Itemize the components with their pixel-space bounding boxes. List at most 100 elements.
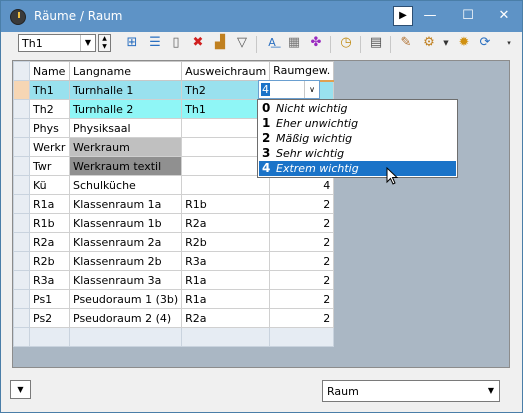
palette-icon[interactable]: ✎ — [398, 35, 414, 51]
cell-ausweichraum[interactable]: R1a — [181, 289, 271, 309]
gear-icon[interactable]: ✹ — [456, 35, 472, 51]
record-spinner[interactable]: ▲ ▼ — [98, 34, 111, 52]
cell-langname[interactable]: Schulküche — [68, 175, 183, 195]
table-row[interactable]: R2b Klassenraum 2b R3a 2 — [13, 251, 335, 271]
column-header-raumgew[interactable]: Raumgew. — [269, 61, 335, 82]
cell-raumgew[interactable]: 2 — [269, 232, 335, 252]
row-indicator[interactable] — [13, 270, 30, 290]
row-indicator[interactable] — [13, 308, 30, 328]
cell-raumgew[interactable]: 4 — [269, 175, 335, 195]
row-indicator[interactable] — [13, 213, 30, 233]
table-icon[interactable]: ▦ — [286, 35, 302, 51]
dropdown-option[interactable]: 2 Mäßig wichtig — [259, 131, 456, 146]
room-selector[interactable]: Th1 ▼ — [18, 34, 96, 52]
spellcheck-icon[interactable]: A͟ — [264, 35, 280, 51]
cell-name[interactable]: Twr — [29, 156, 70, 176]
raumgew-dropdown[interactable]: 0 Nicht wichtig 1 Eher unwichtig 2 Mäßig… — [257, 99, 458, 178]
cell-name[interactable]: Werkr — [29, 137, 70, 157]
table-row[interactable]: R1b Klassenraum 1b R2a 2 — [13, 213, 335, 233]
cell-raumgew[interactable]: 2 — [269, 308, 335, 328]
cell-empty[interactable] — [181, 327, 271, 347]
cell-raumgew[interactable]: 2 — [269, 213, 335, 233]
row-indicator[interactable] — [13, 251, 30, 271]
cell-name[interactable]: R2a — [29, 232, 70, 252]
column-header-ausweichraum[interactable]: Ausweichraum — [181, 61, 271, 81]
row-indicator[interactable] — [13, 232, 30, 252]
options-dropdown-button[interactable]: ▼ — [10, 380, 31, 399]
cell-langname[interactable]: Turnhalle 2 — [68, 99, 183, 119]
table-row[interactable]: R2a Klassenraum 2a R2b 2 — [13, 232, 335, 252]
table-row[interactable]: R1a Klassenraum 1a R1b 2 — [13, 194, 335, 214]
cell-raumgew[interactable]: 2 — [269, 270, 335, 290]
row-indicator[interactable] — [13, 156, 30, 176]
cell-name[interactable]: R1b — [29, 213, 70, 233]
cell-langname[interactable]: Klassenraum 2a — [68, 232, 183, 252]
calendar-icon[interactable]: ▤ — [368, 35, 384, 51]
cell-langname[interactable]: Werkraum textil — [68, 156, 183, 176]
dropdown-option[interactable]: 3 Sehr wichtig — [259, 146, 456, 161]
cell-empty[interactable] — [29, 327, 70, 347]
maximize-button[interactable]: ☐ — [456, 5, 480, 27]
raumgew-editor[interactable]: 4 ∨ — [258, 80, 320, 99]
cell-empty[interactable] — [269, 327, 335, 347]
dropdown-option[interactable]: 0 Nicht wichtig — [259, 101, 456, 116]
cell-langname[interactable]: Klassenraum 3a — [68, 270, 183, 290]
type-selector[interactable]: Raum ▼ — [322, 380, 500, 402]
filter-icon[interactable]: ▽ — [234, 35, 250, 51]
table-row[interactable]: Kü Schulküche 4 — [13, 175, 335, 195]
cell-langname[interactable]: Pseudoraum 2 (4) — [68, 308, 183, 328]
chevron-down-icon[interactable]: ∨ — [304, 81, 319, 98]
new-row-icon[interactable]: ⊞ — [124, 35, 140, 51]
cell-empty[interactable] — [68, 327, 183, 347]
cell-langname[interactable]: Physiksaal — [68, 118, 183, 138]
cell-ausweichraum[interactable]: R3a — [181, 251, 271, 271]
column-header-langname[interactable]: Langname — [68, 61, 183, 81]
chevron-down-icon[interactable]: ▼ — [80, 35, 95, 51]
delete-icon[interactable]: ✖ — [190, 35, 206, 51]
play-icon[interactable]: ▶ — [393, 6, 413, 26]
dropdown-option[interactable]: 1 Eher unwichtig — [259, 116, 456, 131]
row-indicator[interactable] — [13, 118, 30, 138]
minimize-button[interactable]: — — [418, 5, 442, 27]
list-icon[interactable]: ☰ — [147, 35, 163, 51]
row-indicator[interactable] — [13, 137, 30, 157]
dropdown-option-selected[interactable]: 4 Extrem wichtig — [259, 161, 456, 176]
cell-name[interactable]: R2b — [29, 251, 70, 271]
cell-langname[interactable]: Werkraum — [68, 137, 183, 157]
cell-ausweichraum[interactable]: R2a — [181, 308, 271, 328]
settings-dropdown-icon[interactable]: ⚙ — [421, 35, 437, 51]
new-document-icon[interactable]: ▯ — [168, 35, 184, 51]
row-indicator[interactable] — [13, 99, 30, 119]
cell-raumgew[interactable]: 2 — [269, 251, 335, 271]
cell-ausweichraum[interactable]: R1b — [181, 194, 271, 214]
cell-name[interactable]: Th1 — [29, 80, 70, 100]
molecule-icon[interactable]: ✤ — [308, 35, 324, 51]
cell-name[interactable]: Ps1 — [29, 289, 70, 309]
chevron-down-icon[interactable]: ▼ — [438, 35, 454, 51]
refresh-icon[interactable]: ⟳ — [477, 35, 493, 51]
cell-langname[interactable]: Pseudoraum 1 (3b) — [68, 289, 183, 309]
table-row[interactable]: Ps1 Pseudoraum 1 (3b) R1a 2 — [13, 289, 335, 309]
cell-ausweichraum[interactable] — [181, 175, 271, 195]
cell-name[interactable]: R3a — [29, 270, 70, 290]
close-button[interactable]: ✕ — [492, 5, 516, 27]
row-indicator[interactable] — [13, 289, 30, 309]
cell-ausweichraum[interactable]: Th2 — [181, 80, 271, 100]
row-indicator[interactable] — [13, 327, 30, 347]
cell-langname[interactable]: Klassenraum 1b — [68, 213, 183, 233]
cell-raumgew[interactable]: 2 — [269, 289, 335, 309]
cell-langname[interactable]: Turnhalle 1 — [68, 80, 183, 100]
column-header-name[interactable]: Name — [29, 61, 70, 81]
cell-ausweichraum[interactable]: R2b — [181, 232, 271, 252]
table-row[interactable]: R3a Klassenraum 3a R1a 2 — [13, 270, 335, 290]
sort-icon[interactable]: ▟ — [212, 35, 228, 51]
cell-name[interactable]: Th2 — [29, 99, 70, 119]
cell-ausweichraum[interactable]: R1a — [181, 270, 271, 290]
cell-raumgew[interactable]: 2 — [269, 194, 335, 214]
cell-name[interactable]: R1a — [29, 194, 70, 214]
cell-name[interactable]: Ps2 — [29, 308, 70, 328]
cell-ausweichraum[interactable]: R2a — [181, 213, 271, 233]
cell-langname[interactable]: Klassenraum 1a — [68, 194, 183, 214]
chevron-down-icon[interactable]: ▾ — [501, 35, 517, 51]
title-bar[interactable]: Räume / Raum ▶ — ☐ ✕ — [1, 1, 522, 32]
